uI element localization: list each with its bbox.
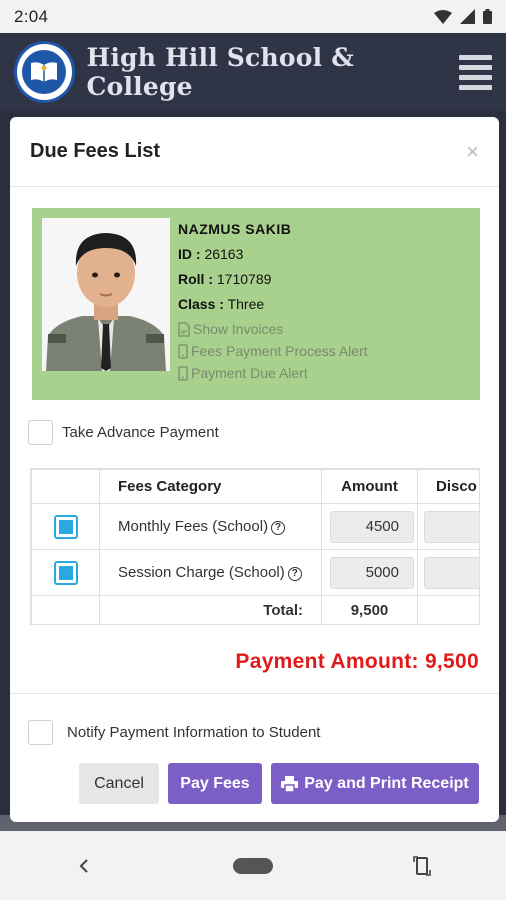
total-row: Total: 9,500 bbox=[31, 595, 479, 624]
status-bar: 2:04 bbox=[0, 0, 506, 33]
discount-input[interactable] bbox=[424, 556, 479, 589]
file-pdf-icon bbox=[178, 321, 190, 337]
pay-and-print-button[interactable]: Pay and Print Receipt bbox=[271, 763, 479, 804]
close-icon[interactable]: × bbox=[466, 140, 479, 163]
total-value: 9,500 bbox=[321, 595, 418, 624]
amount-input[interactable]: 4500 bbox=[330, 510, 414, 543]
notify-checkbox[interactable] bbox=[28, 720, 53, 745]
back-button[interactable] bbox=[64, 846, 104, 886]
back-icon bbox=[79, 858, 89, 873]
divider bbox=[10, 693, 499, 694]
fees-table: Fees Category Amount Disco Monthly Fees … bbox=[30, 468, 480, 625]
status-time: 2:04 bbox=[14, 6, 49, 26]
signal-icon bbox=[460, 9, 475, 24]
rotate-button[interactable] bbox=[402, 846, 442, 886]
notify-row: Notify Payment Information to Student bbox=[28, 720, 320, 745]
student-roll: Roll : 1710789 bbox=[178, 271, 272, 287]
pay-fees-button[interactable]: Pay Fees bbox=[168, 763, 262, 804]
advance-payment-checkbox[interactable] bbox=[28, 420, 53, 445]
student-profile-card: NAZMUS SAKIB ID : 26163 Roll : 1710789 C… bbox=[32, 208, 480, 400]
advance-payment-label: Take Advance Payment bbox=[62, 424, 219, 441]
table-header-row: Fees Category Amount Disco bbox=[31, 469, 479, 504]
table-row: Monthly Fees (School)? 4500 bbox=[31, 503, 479, 550]
student-avatar-icon bbox=[42, 218, 170, 371]
fee-category: Session Charge (School) bbox=[118, 564, 285, 581]
show-invoices-link[interactable]: Show Invoices bbox=[178, 321, 368, 337]
print-icon bbox=[281, 775, 299, 792]
modal-header: Due Fees List × bbox=[10, 117, 499, 187]
col-fees-category: Fees Category bbox=[99, 469, 322, 504]
total-label: Total: bbox=[99, 595, 322, 624]
modal-title: Due Fees List bbox=[30, 140, 161, 162]
question-circle-icon[interactable]: ? bbox=[271, 520, 286, 535]
wifi-icon bbox=[434, 9, 452, 24]
notify-label: Notify Payment Information to Student bbox=[67, 724, 321, 741]
rotate-icon bbox=[412, 855, 431, 876]
row-select-checkbox[interactable] bbox=[53, 560, 78, 585]
mobile-icon bbox=[178, 343, 188, 359]
discount-input[interactable] bbox=[424, 510, 479, 543]
school-name: High Hill School & College bbox=[86, 43, 354, 101]
student-id: ID : 26163 bbox=[178, 246, 244, 262]
pay-and-print-label: Pay and Print Receipt bbox=[304, 774, 469, 792]
battery-icon bbox=[483, 9, 492, 24]
hamburger-menu-button[interactable] bbox=[458, 54, 492, 90]
col-amount: Amount bbox=[321, 469, 418, 504]
amount-input[interactable]: 5000 bbox=[330, 556, 414, 589]
due-fees-modal: Due Fees List × NAZMUS SAKIB ID : 26163 bbox=[10, 117, 499, 822]
col-discount: Disco bbox=[417, 469, 479, 504]
home-button[interactable] bbox=[232, 857, 273, 874]
advance-payment-row: Take Advance Payment bbox=[28, 420, 219, 445]
fee-category: Monthly Fees (School) bbox=[118, 518, 269, 535]
app-header: High Hill School & College bbox=[0, 33, 506, 111]
student-info: NAZMUS SAKIB ID : 26163 Roll : 1710789 C… bbox=[178, 218, 368, 390]
payment-due-alert-link[interactable]: Payment Due Alert bbox=[178, 365, 368, 381]
menu-icon bbox=[458, 54, 492, 60]
navigation-bar bbox=[0, 831, 506, 900]
student-class: Class : Three bbox=[178, 296, 265, 312]
question-circle-icon[interactable]: ? bbox=[287, 566, 302, 581]
book-icon bbox=[31, 62, 58, 82]
student-photo bbox=[42, 218, 170, 371]
payment-amount: Payment Amount: 9,500 bbox=[235, 650, 479, 673]
school-logo bbox=[14, 41, 75, 103]
row-select-checkbox[interactable] bbox=[53, 514, 78, 539]
mobile-icon bbox=[178, 365, 188, 381]
fees-payment-process-alert-link[interactable]: Fees Payment Process Alert bbox=[178, 343, 368, 359]
cancel-button[interactable]: Cancel bbox=[79, 763, 159, 804]
student-name: NAZMUS SAKIB bbox=[178, 221, 292, 237]
table-row: Session Charge (School)? 5000 bbox=[31, 549, 479, 596]
